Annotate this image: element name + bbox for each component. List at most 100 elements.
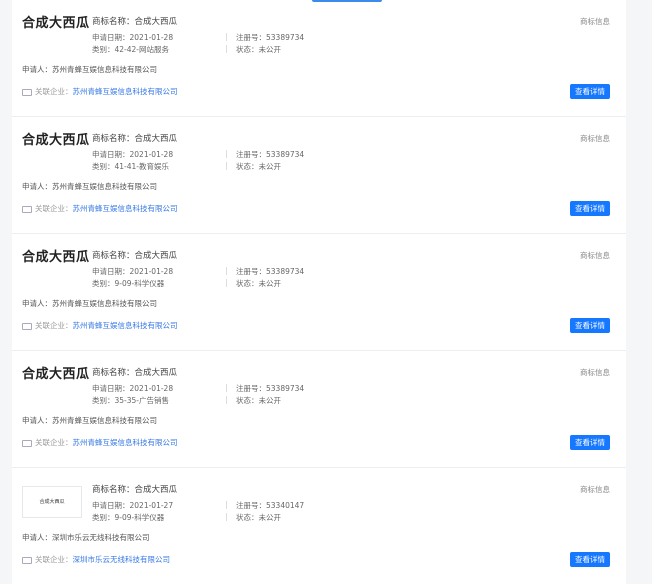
status-value: 未公开: [258, 396, 282, 405]
trademark-name: 商标名称：合成大西瓜: [92, 132, 177, 144]
related-company-link[interactable]: 苏州青蜂互娱信息科技有限公司: [73, 321, 178, 330]
category-value: 9-09-科学仪器: [114, 279, 165, 288]
apply-date-value: 2021-01-28: [129, 384, 174, 393]
status-value: 未公开: [258, 513, 282, 522]
field-separator: [226, 501, 227, 509]
apply-date: 申请日期：2021-01-28: [92, 266, 173, 277]
category-label: 类别：: [92, 396, 115, 405]
apply-date-label: 申请日期：: [92, 501, 130, 510]
field-separator: [226, 267, 227, 275]
applicant-value: 苏州青蜂互娱信息科技有限公司: [52, 65, 157, 74]
category: 类别：41-41-教育娱乐: [92, 161, 169, 172]
reg-no-value: 53389734: [266, 33, 305, 42]
related-company: 关联企业：苏州青蜂互娱信息科技有限公司: [22, 320, 178, 331]
apply-date: 申请日期：2021-01-28: [92, 149, 173, 160]
field-separator: [226, 45, 227, 53]
category-label: 类别：: [92, 279, 115, 288]
registration-number: 注册号：53340147: [236, 500, 304, 511]
registration-number: 注册号：53389734: [236, 266, 304, 277]
status-label: 状态：: [236, 513, 259, 522]
applicant: 申请人：苏州青蜂互娱信息科技有限公司: [22, 415, 157, 426]
related-company: 关联企业：苏州青蜂互娱信息科技有限公司: [22, 86, 178, 97]
status: 状态：未公开: [236, 161, 281, 172]
status: 状态：未公开: [236, 44, 281, 55]
status-value: 未公开: [258, 45, 282, 54]
trademark-name-label: 商标名称：: [92, 368, 135, 378]
trademark-info-label: 商标信息: [580, 134, 610, 143]
reg-no-value: 53389734: [266, 384, 305, 393]
related-company: 关联企业：深圳市乐云无线科技有限公司: [22, 554, 170, 565]
field-separator: [226, 33, 227, 41]
registration-number: 注册号：53389734: [236, 383, 304, 394]
category-value: 35-35-广告销售: [114, 396, 170, 405]
related-company: 关联企业：苏州青蜂互娱信息科技有限公司: [22, 203, 178, 214]
applicant-label: 申请人：: [22, 182, 52, 191]
trademark-name-value: 合成大西瓜: [134, 134, 178, 144]
view-details-button[interactable]: 查看详情: [570, 435, 610, 450]
category: 类别：42-42-网站服务: [92, 44, 169, 55]
applicant-label: 申请人：: [22, 416, 52, 425]
trademark-name-label: 商标名称：: [92, 251, 135, 261]
trademark-name-value: 合成大西瓜: [134, 485, 178, 495]
view-details-button[interactable]: 查看详情: [570, 201, 610, 216]
trademark-name-label: 商标名称：: [92, 134, 135, 144]
status-label: 状态：: [236, 279, 259, 288]
link-icon: [22, 88, 32, 96]
related-company-link[interactable]: 深圳市乐云无线科技有限公司: [73, 555, 171, 564]
trademark-name-label: 商标名称：: [92, 485, 135, 495]
applicant: 申请人：苏州青蜂互娱信息科技有限公司: [22, 181, 157, 192]
apply-date-value: 2021-01-27: [129, 501, 174, 510]
field-separator: [226, 513, 227, 521]
trademark-logo: 合成大西瓜: [22, 12, 89, 56]
related-company-link[interactable]: 苏州青蜂互娱信息科技有限公司: [73, 87, 178, 96]
trademark-logo-text: 合成大西瓜: [39, 499, 65, 505]
trademark-name-label: 商标名称：: [92, 17, 135, 27]
applicant-value: 苏州青蜂互娱信息科技有限公司: [52, 416, 157, 425]
trademark-info-label: 商标信息: [580, 368, 610, 377]
view-details-button[interactable]: 查看详情: [570, 318, 610, 333]
applicant-value: 苏州青蜂互娱信息科技有限公司: [52, 299, 157, 308]
apply-date-label: 申请日期：: [92, 267, 130, 276]
applicant-value: 苏州青蜂互娱信息科技有限公司: [52, 182, 157, 191]
category-value: 9-09-科学仪器: [114, 513, 165, 522]
view-details-button[interactable]: 查看详情: [570, 552, 610, 567]
related-company: 关联企业：苏州青蜂互娱信息科技有限公司: [22, 437, 178, 448]
category-label: 类别：: [92, 45, 115, 54]
reg-no-label: 注册号：: [236, 267, 266, 276]
status-label: 状态：: [236, 162, 259, 171]
apply-date-value: 2021-01-28: [129, 150, 174, 159]
registration-number: 注册号：53389734: [236, 149, 304, 160]
applicant-label: 申请人：: [22, 299, 52, 308]
category: 类别：35-35-广告销售: [92, 395, 169, 406]
apply-date: 申请日期：2021-01-27: [92, 500, 173, 511]
trademark-card: 合成大西瓜 商标名称：合成大西瓜 申请日期：2021-01-28 类别：42-4…: [12, 0, 626, 117]
trademark-card: 合成大西瓜 商标名称：合成大西瓜 申请日期：2021-01-28 类别：35-3…: [12, 351, 626, 468]
trademark-logo: 合成大西瓜: [22, 363, 89, 407]
trademark-list-panel: 合成大西瓜 商标名称：合成大西瓜 申请日期：2021-01-28 类别：42-4…: [12, 0, 626, 584]
trademark-card: 合成大西瓜 商标名称：合成大西瓜 申请日期：2021-01-27 类别：9-09…: [12, 468, 626, 584]
trademark-logo-text: 合成大西瓜: [22, 367, 90, 382]
applicant-label: 申请人：: [22, 533, 52, 542]
trademark-info-label: 商标信息: [580, 17, 610, 26]
link-icon: [22, 556, 32, 564]
apply-date-value: 2021-01-28: [129, 33, 174, 42]
category-label: 类别：: [92, 513, 115, 522]
status: 状态：未公开: [236, 278, 281, 289]
related-company-label: 关联企业：: [35, 438, 73, 447]
field-separator: [226, 396, 227, 404]
related-company-link[interactable]: 苏州青蜂互娱信息科技有限公司: [73, 438, 178, 447]
view-details-button[interactable]: 查看详情: [570, 84, 610, 99]
trademark-name: 商标名称：合成大西瓜: [92, 249, 177, 261]
category: 类别：9-09-科学仪器: [92, 278, 164, 289]
related-company-link[interactable]: 苏州青蜂互娱信息科技有限公司: [73, 204, 178, 213]
trademark-card: 合成大西瓜 商标名称：合成大西瓜 申请日期：2021-01-28 类别：41-4…: [12, 117, 626, 234]
related-company-label: 关联企业：: [35, 87, 73, 96]
trademark-logo: 合成大西瓜: [22, 129, 89, 173]
reg-no-label: 注册号：: [236, 150, 266, 159]
category-value: 41-41-教育娱乐: [114, 162, 170, 171]
status-value: 未公开: [258, 162, 282, 171]
trademark-logo-text: 合成大西瓜: [22, 250, 90, 265]
apply-date-value: 2021-01-28: [129, 267, 174, 276]
category-label: 类别：: [92, 162, 115, 171]
applicant: 申请人：苏州青蜂互娱信息科技有限公司: [22, 298, 157, 309]
